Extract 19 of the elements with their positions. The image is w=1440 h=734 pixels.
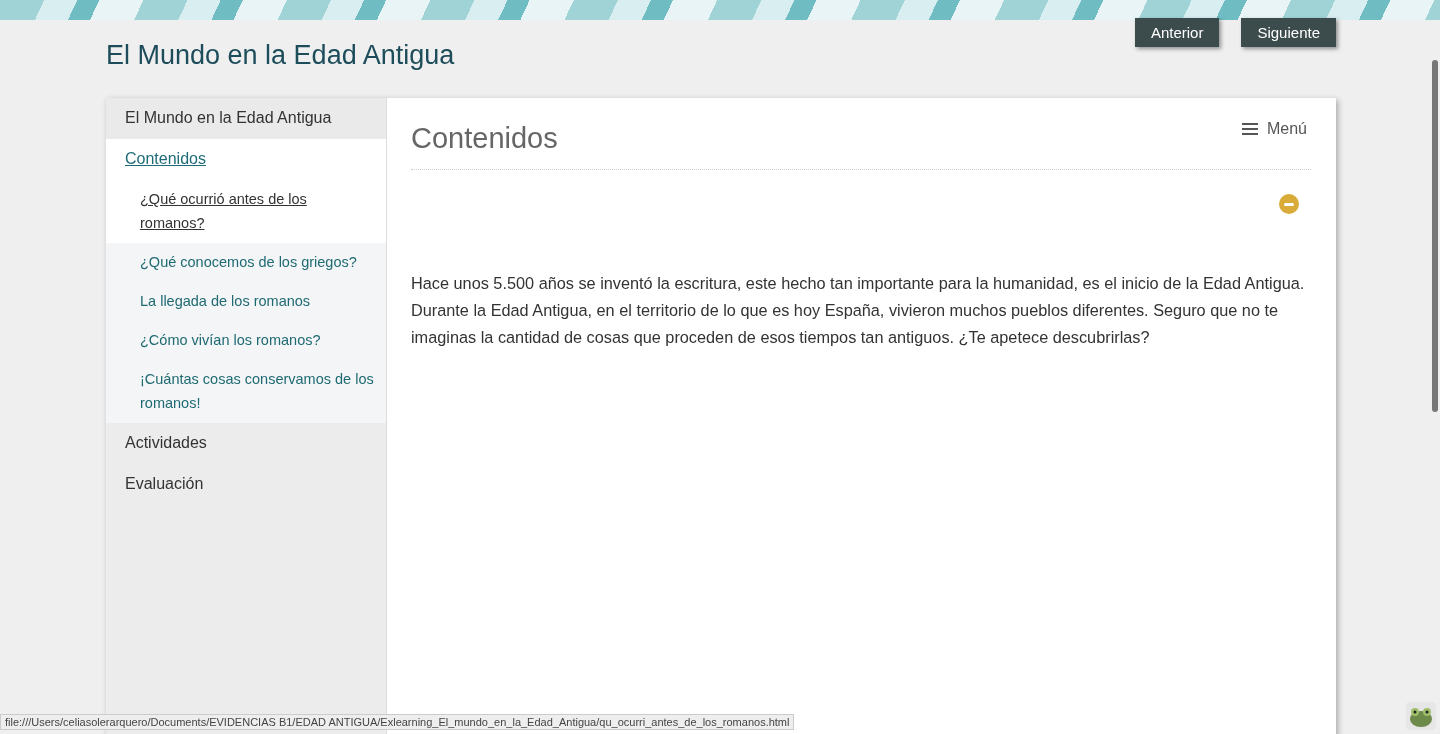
sidebar-item[interactable]: Contenidos — [106, 139, 386, 180]
app-icon[interactable] — [1406, 702, 1436, 730]
sidebar-item[interactable]: Actividades — [106, 423, 386, 464]
menu-icon — [1241, 123, 1258, 135]
sidebar-subitem[interactable]: La llegada de los romanos — [106, 282, 386, 321]
sidebar-item[interactable]: Evaluación — [106, 464, 386, 505]
sidebar-subitem[interactable]: ¿Qué ocurrió antes de los romanos? — [106, 180, 386, 243]
status-bar-url: file:///Users/celiasolerarquero/Documents/EVIDENCIAS B1/EDAD ANTIGUA/Exlearning_El_mundo_en_la_Edad_Antigua/qu_ocurri_antes_de_los_romanos.html — [0, 714, 795, 730]
nav-button[interactable]: Anterior — [1134, 18, 1220, 47]
site-title: El Mundo en la Edad Antigua — [106, 40, 455, 72]
collapse-toggle-icon[interactable] — [1279, 194, 1299, 214]
nav-button[interactable]: Siguiente — [1241, 18, 1336, 47]
scrollbar-thumb[interactable] — [1432, 60, 1438, 412]
sidebar-subitem[interactable]: ¡Cuántas cosas conservamos de los romanos! — [106, 360, 386, 423]
sidebar-subitem[interactable]: ¿Cómo vivían los romanos? — [106, 321, 386, 360]
page-heading: Contenidos — [411, 122, 558, 155]
menu-button[interactable]: Menú — [1237, 118, 1311, 140]
intro-paragraph: Hace unos 5.500 años se inventó la escritura, este hecho tan importante para la humanidad, es el inicio de la Edad Antigua. Durante la Edad Antigua, en el territorio de lo que es hoy España, vivieron muchos pueblos diferentes. Seguro que no te imaginas la cantidad de cosas que proceden de esos tiempos tan antiguos. ¿Te apetece descubrirlas? — [411, 273, 1306, 348]
sidebar-subitem[interactable]: ¿Qué conocemos de los griegos? — [106, 243, 386, 282]
